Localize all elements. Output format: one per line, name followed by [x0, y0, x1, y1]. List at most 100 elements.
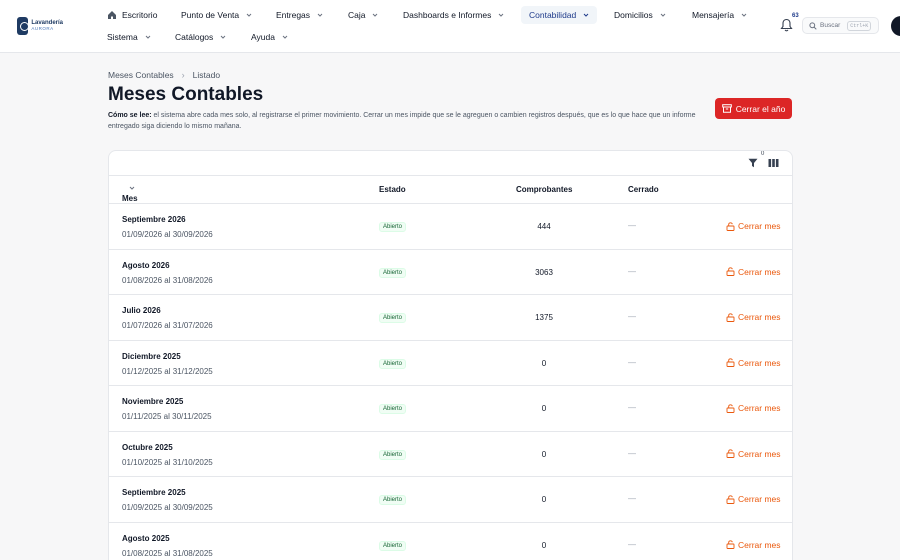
search-shortcut: Ctrl+K	[847, 20, 872, 31]
months-table-card: 0 Mes Estado Comprobantes Cerrado Septie…	[108, 150, 793, 560]
home-icon	[108, 11, 116, 19]
nav-caja[interactable]: Caja	[348, 6, 378, 24]
table-row: Septiembre 2025 01/09/2025 al 30/09/2025…	[109, 477, 792, 523]
filter-count: 0	[761, 151, 765, 157]
status-badge: Abierto	[379, 540, 407, 551]
nav-domicilios[interactable]: Domicilios	[614, 6, 666, 24]
comprobantes-count: 0	[541, 495, 547, 504]
unlock-icon	[726, 358, 735, 367]
month-name: Diciembre 2025	[122, 351, 181, 361]
columns-icon[interactable]	[768, 158, 779, 168]
column-header-mes[interactable]: Mes	[122, 185, 138, 203]
table-toolbar: 0	[109, 151, 792, 176]
page-description: Cómo se lee: el sistema abre cada mes so…	[108, 110, 708, 132]
nav-dashboards[interactable]: Dashboards e Informes	[403, 6, 504, 24]
table-row: Julio 2026 01/07/2026 al 31/07/2026 Abie…	[109, 295, 792, 341]
brand-tagline: AURORA	[31, 26, 54, 32]
status-badge: Abierto	[379, 449, 407, 460]
close-month-button[interactable]: Cerrar mes	[726, 449, 781, 459]
unlock-icon	[726, 267, 735, 276]
month-name: Octubre 2025	[122, 442, 173, 452]
column-header-cerrado: Cerrado	[628, 185, 659, 194]
nav-sistema[interactable]: Sistema	[107, 28, 151, 46]
month-range: 01/07/2026 al 31/07/2026	[122, 321, 213, 330]
bell-icon[interactable]	[780, 18, 793, 32]
chevron-down-icon	[583, 13, 589, 17]
close-month-button[interactable]: Cerrar mes	[726, 312, 781, 322]
chevron-down-icon	[129, 186, 135, 190]
description-lead: Cómo se lee:	[108, 112, 152, 119]
nav-mensajeria[interactable]: Mensajería	[692, 6, 747, 24]
nav-contabilidad[interactable]: Contabilidad	[521, 6, 598, 24]
unlock-icon	[726, 403, 735, 413]
top-navbar: Lavandería AURORA Escritorio Punto de Ve…	[0, 0, 900, 53]
notification-count: 63	[792, 13, 799, 19]
month-range: 01/09/2026 al 30/09/2026	[122, 230, 213, 239]
logo-mark	[17, 17, 30, 35]
close-month-button[interactable]: Cerrar mes	[726, 221, 781, 231]
month-range: 01/10/2025 al 31/10/2025	[122, 457, 213, 467]
month-range: 01/09/2025 al 30/09/2025	[122, 503, 213, 512]
chevron-down-icon	[282, 35, 288, 39]
nav-entregas[interactable]: Entregas	[276, 6, 323, 24]
filter-icon[interactable]	[748, 158, 758, 168]
cerrado-value: —	[628, 221, 636, 230]
month-name: Agosto 2025	[122, 533, 170, 543]
unlock-icon	[726, 449, 735, 458]
comprobantes-count: 1375	[535, 313, 553, 322]
breadcrumb-link[interactable]: Meses Contables	[108, 70, 174, 80]
close-month-button[interactable]: Cerrar mes	[726, 267, 781, 277]
month-range: 01/08/2025 al 31/08/2025	[122, 548, 213, 558]
brand-logo[interactable]: Lavandería AURORA	[17, 16, 63, 36]
month-name: Agosto 2026	[122, 260, 170, 270]
month-range: 01/08/2026 al 31/08/2026	[122, 275, 213, 285]
unlock-icon	[726, 312, 735, 322]
status-badge: Abierto	[379, 495, 407, 505]
chevron-down-icon	[145, 35, 151, 39]
cerrado-value: —	[628, 403, 636, 412]
status-badge: Abierto	[379, 404, 407, 414]
nav-escritorio[interactable]: Escritorio	[107, 6, 157, 24]
cerrado-value: —	[628, 494, 636, 503]
column-header-estado: Estado	[379, 185, 406, 194]
status-badge: Abierto	[379, 313, 407, 323]
status-badge: Abierto	[379, 358, 407, 369]
cerrado-value: —	[628, 357, 636, 367]
chevron-right-icon: ›	[181, 70, 185, 80]
comprobantes-count: 444	[537, 222, 551, 231]
nav-catalogos[interactable]: Catálogos	[175, 28, 226, 46]
unlock-icon	[726, 494, 735, 504]
cerrado-value: —	[628, 312, 636, 321]
cerrado-value: —	[628, 448, 636, 458]
chevron-down-icon	[220, 35, 226, 39]
month-range: 01/11/2025 al 30/11/2025	[122, 412, 212, 421]
unlock-icon	[726, 540, 735, 549]
comprobantes-count: 0	[541, 540, 547, 550]
search-button[interactable]: Buscar Ctrl+K	[802, 17, 879, 34]
close-month-button[interactable]: Cerrar mes	[726, 540, 781, 550]
table-row: Noviembre 2025 01/11/2025 al 30/11/2025 …	[109, 386, 792, 432]
close-month-button[interactable]: Cerrar mes	[726, 358, 781, 368]
close-year-button[interactable]: Cerrar el año	[715, 98, 792, 119]
nav-ayuda[interactable]: Ayuda	[251, 28, 288, 46]
archive-icon	[721, 104, 732, 113]
month-range: 01/12/2025 al 31/12/2025	[122, 366, 213, 376]
breadcrumb: Meses Contables › Listado	[108, 70, 220, 80]
chevron-down-icon	[373, 13, 378, 17]
chevron-down-icon	[499, 13, 504, 17]
table-row: Septiembre 2026 01/09/2026 al 30/09/2026…	[109, 204, 792, 250]
month-name: Septiembre 2026	[122, 215, 186, 224]
nav-punto-de-venta[interactable]: Punto de Venta	[181, 6, 252, 24]
table-header: Mes Estado Comprobantes Cerrado	[109, 176, 792, 204]
close-month-button[interactable]: Cerrar mes	[726, 403, 781, 413]
description-text: el sistema abre cada mes solo, al regist…	[108, 112, 696, 130]
comprobantes-count: 0	[541, 404, 547, 413]
avatar[interactable]	[891, 16, 900, 36]
unlock-icon	[726, 221, 735, 231]
close-month-button[interactable]: Cerrar mes	[726, 494, 781, 504]
table-body: Septiembre 2026 01/09/2026 al 30/09/2026…	[109, 204, 792, 560]
search-icon	[809, 21, 817, 30]
comprobantes-count: 0	[541, 449, 547, 459]
month-name: Septiembre 2025	[122, 488, 186, 497]
page-title: Meses Contables	[108, 84, 264, 105]
